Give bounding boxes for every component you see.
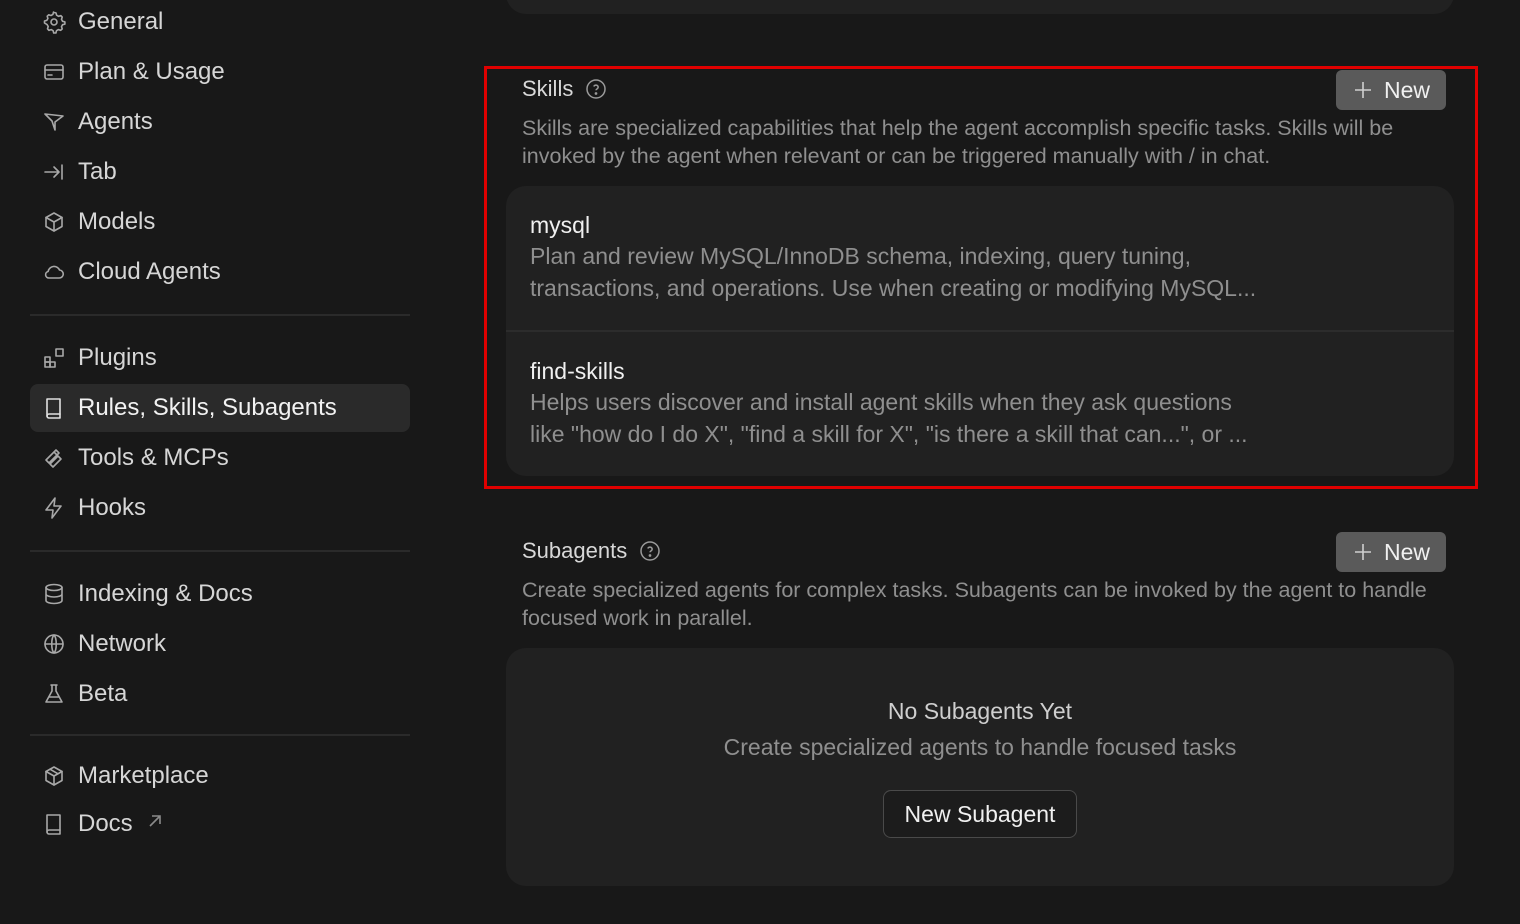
skill-description: Plan and review MySQL/InnoDB schema, ind… bbox=[530, 243, 1191, 269]
list-item[interactable]: mysql Plan and review MySQL/InnoDB schem… bbox=[506, 210, 1454, 304]
subagents-title: Subagents bbox=[522, 538, 628, 563]
skills-heading: Skills bbox=[522, 76, 607, 102]
skills-list: mysql Plan and review MySQL/InnoDB schem… bbox=[506, 186, 1454, 476]
cloud-icon bbox=[40, 258, 68, 286]
bolt-icon bbox=[40, 494, 68, 522]
sidebar-item-label: Tab bbox=[78, 158, 117, 185]
globe-icon bbox=[40, 630, 68, 658]
sidebar-item-label: Hooks bbox=[78, 494, 147, 521]
sidebar-item-label: Plan & Usage bbox=[78, 58, 225, 85]
sidebar-item-label: Docs bbox=[78, 810, 133, 837]
tools-icon bbox=[40, 444, 68, 472]
new-skill-label: New bbox=[1383, 76, 1430, 103]
new-subagent-header-button[interactable]: New bbox=[1336, 532, 1446, 572]
plugins-icon bbox=[40, 344, 68, 372]
sidebar-item-tools-mcps[interactable]: Tools & MCPs bbox=[30, 434, 410, 482]
skill-description: like "how do I do X", "find a skill for … bbox=[530, 421, 1248, 447]
sidebar-item-docs[interactable]: Docs bbox=[30, 800, 410, 848]
previous-section-card bbox=[506, 0, 1454, 14]
sidebar-item-label: Cloud Agents bbox=[78, 258, 221, 285]
sidebar-item-label: Models bbox=[78, 208, 156, 235]
sidebar-item-network[interactable]: Network bbox=[30, 620, 410, 668]
sidebar-item-label: Tools & MCPs bbox=[78, 444, 229, 471]
book-icon bbox=[40, 810, 68, 838]
skills-description: Skills are specialized capabilities that… bbox=[522, 116, 1394, 168]
sidebar-item-models[interactable]: Models bbox=[30, 198, 410, 246]
sidebar-item-agents[interactable]: Agents bbox=[30, 98, 410, 146]
empty-state-subtitle: Create specialized agents to handle focu… bbox=[723, 734, 1237, 760]
skill-description: transactions, and operations. Use when c… bbox=[530, 275, 1257, 301]
plus-icon bbox=[1352, 541, 1374, 563]
help-icon[interactable] bbox=[639, 540, 661, 562]
sidebar-item-label: Plugins bbox=[78, 344, 157, 371]
sidebar-item-label: Marketplace bbox=[78, 762, 209, 789]
sidebar-item-label: Agents bbox=[78, 108, 153, 135]
sidebar-item-cloud-agents[interactable]: Cloud Agents bbox=[30, 248, 410, 296]
help-icon[interactable] bbox=[585, 78, 607, 100]
subagents-empty-state: No Subagents Yet Create specialized agen… bbox=[506, 648, 1454, 886]
sidebar-item-beta[interactable]: Beta bbox=[30, 670, 410, 718]
settings-sidebar: General Plan & Usage Agents Tab Models C… bbox=[0, 0, 440, 924]
sidebar-item-plan-usage[interactable]: Plan & Usage bbox=[30, 48, 410, 96]
sidebar-item-label: Beta bbox=[78, 680, 128, 707]
sidebar-item-label: Rules, Skills, Subagents bbox=[78, 394, 337, 421]
sidebar-item-hooks[interactable]: Hooks bbox=[30, 484, 410, 532]
agents-icon bbox=[40, 108, 68, 136]
tab-icon bbox=[40, 158, 68, 186]
sidebar-item-tab[interactable]: Tab bbox=[30, 148, 410, 196]
sidebar-divider bbox=[30, 734, 410, 736]
cube-icon bbox=[40, 208, 68, 236]
package-icon bbox=[40, 762, 68, 790]
skill-name: mysql bbox=[530, 212, 591, 238]
skill-name: find-skills bbox=[530, 358, 625, 384]
list-item[interactable]: find-skills Helps users discover and ins… bbox=[506, 330, 1454, 476]
gear-icon bbox=[40, 8, 68, 36]
empty-state-title: No Subagents Yet bbox=[887, 698, 1073, 724]
sidebar-item-label: General bbox=[78, 8, 164, 35]
database-icon bbox=[40, 580, 68, 608]
subagents-description: Create specialized agents for complex ta… bbox=[522, 578, 1427, 630]
sidebar-item-general[interactable]: General bbox=[30, 0, 410, 46]
plus-icon bbox=[1352, 79, 1374, 101]
new-skill-button[interactable]: New bbox=[1336, 70, 1446, 110]
skills-title: Skills bbox=[522, 76, 574, 101]
sidebar-divider bbox=[30, 550, 410, 552]
sidebar-item-marketplace[interactable]: Marketplace bbox=[30, 752, 410, 800]
book-icon bbox=[40, 394, 68, 422]
sidebar-item-indexing-docs[interactable]: Indexing & Docs bbox=[30, 570, 410, 618]
sidebar-item-rules-skills-subagents[interactable]: Rules, Skills, Subagents bbox=[30, 384, 410, 432]
flask-icon bbox=[40, 680, 68, 708]
subagents-heading: Subagents bbox=[522, 538, 661, 564]
skill-description: Helps users discover and install agent s… bbox=[530, 389, 1232, 415]
sidebar-divider bbox=[30, 314, 410, 316]
sidebar-item-label: Network bbox=[78, 630, 167, 657]
card-icon bbox=[40, 58, 68, 86]
external-link-icon bbox=[145, 810, 165, 838]
sidebar-item-plugins[interactable]: Plugins bbox=[30, 334, 410, 382]
sidebar-item-label: Indexing & Docs bbox=[78, 580, 253, 607]
new-subagent-button[interactable]: New Subagent bbox=[883, 790, 1077, 838]
new-subagent-header-label: New bbox=[1383, 538, 1430, 565]
